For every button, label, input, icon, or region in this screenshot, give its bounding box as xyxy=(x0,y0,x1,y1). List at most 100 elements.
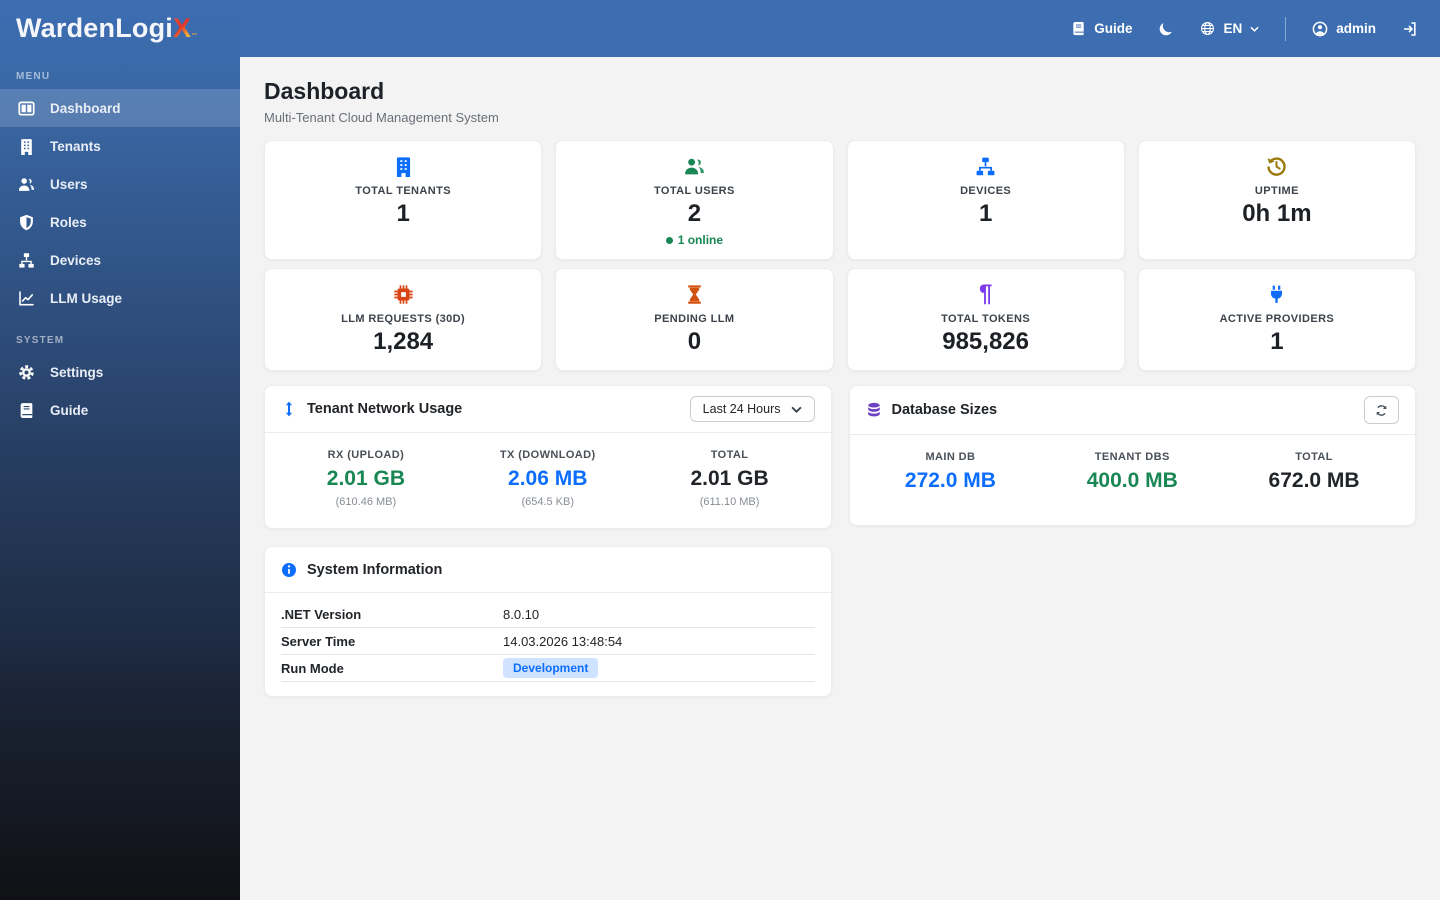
info-label: Run Mode xyxy=(281,660,344,676)
sidebar-item-label: LLM Usage xyxy=(50,290,123,306)
arrows-vertical-icon xyxy=(285,401,293,417)
info-value: 14.03.2026 13:48:54 xyxy=(503,633,623,649)
stat-label: ACTIVE PROVIDERS xyxy=(1219,313,1335,325)
stat-label: DEVICES xyxy=(960,185,1012,197)
database-sizes-panel: Database Sizes MAIN DB 272.0 MB TENANT D… xyxy=(848,385,1416,526)
network-panel-header: Tenant Network Usage Last 24 Hours xyxy=(265,386,831,433)
sidebar: WardenLogiX™ MENU Dashboard Tenants User… xyxy=(0,0,240,900)
system-info-row: System Information .NET Version 8.0.10 S… xyxy=(264,546,1416,697)
stat-card-total-tokens: ¶ TOTAL TOKENS 985,826 xyxy=(846,268,1125,371)
pilcrow-icon: ¶ xyxy=(978,280,993,307)
tenant-network-usage-panel: Tenant Network Usage Last 24 Hours RX (U… xyxy=(264,385,832,529)
stat-value: 2 xyxy=(687,200,702,227)
stat-card-total-users: TOTAL USERS 2 1 online xyxy=(555,140,834,260)
brand-x: X xyxy=(173,13,192,43)
sidebar-item-label: Roles xyxy=(50,214,87,230)
metric-value: 2.06 MB xyxy=(508,467,588,490)
system-info-header: System Information xyxy=(265,547,831,593)
stat-value: 1,284 xyxy=(373,328,434,355)
clock-history-icon xyxy=(1139,155,1415,177)
sidebar-item-label: Devices xyxy=(50,252,102,268)
brand-name: WardenLogi xyxy=(16,13,173,43)
metric-tx: TX (DOWNLOAD) 2.06 MB (654.5 KB) xyxy=(457,449,639,508)
gear-icon xyxy=(18,364,35,381)
online-status: 1 online xyxy=(556,233,832,247)
stat-label: TOTAL TENANTS xyxy=(355,185,451,197)
sidebar-item-label: Settings xyxy=(50,364,104,380)
stat-value: 1 xyxy=(396,200,410,227)
metric-label: TENANT DBS xyxy=(1094,451,1170,463)
globe-icon xyxy=(1201,22,1215,35)
topbar-divider xyxy=(1285,16,1287,41)
empty-column xyxy=(849,546,1417,697)
metric-label: MAIN DB xyxy=(925,451,976,463)
caret-down-icon xyxy=(1250,26,1259,32)
table-row: Server Time 14.03.2026 13:48:54 xyxy=(281,628,815,655)
metric-sub: (610.46 MB) xyxy=(335,496,397,508)
metric-value: 400.0 MB xyxy=(1086,469,1178,492)
metric-total: TOTAL 2.01 GB (611.10 MB) xyxy=(639,449,821,508)
sidebar-item-label: Dashboard xyxy=(50,100,121,116)
brand-trademark: ™ xyxy=(191,33,198,39)
main-content: Dashboard Multi-Tenant Cloud Management … xyxy=(240,57,1440,900)
plug-icon xyxy=(1139,283,1415,305)
stat-card-llm-requests: LLM REQUESTS (30D) 1,284 xyxy=(264,268,543,371)
user-menu[interactable]: admin xyxy=(1312,21,1376,37)
metric-sub: (654.5 KB) xyxy=(521,496,575,508)
sidebar-item-users[interactable]: Users xyxy=(0,165,240,203)
stat-label: UPTIME xyxy=(1254,185,1299,197)
sitemap-icon xyxy=(18,252,35,269)
sidebar-section-menu: MENU xyxy=(16,71,51,82)
sidebar-item-tenants[interactable]: Tenants xyxy=(0,127,240,165)
language-selector[interactable]: EN xyxy=(1200,21,1259,36)
hourglass-icon xyxy=(556,283,832,305)
sidebar-section-system: SYSTEM xyxy=(16,335,65,346)
panel-title: Database Sizes xyxy=(891,402,998,418)
metric-db-total: TOTAL 672.0 MB xyxy=(1223,451,1405,493)
metric-label: TOTAL xyxy=(1295,451,1333,463)
refresh-button[interactable] xyxy=(1364,396,1399,424)
logout-button[interactable] xyxy=(1402,21,1418,37)
username-label: admin xyxy=(1336,21,1376,36)
panel-title: Tenant Network Usage xyxy=(307,401,463,417)
system-info-table: .NET Version 8.0.10 Server Time 14.03.20… xyxy=(265,593,831,696)
database-metrics: MAIN DB 272.0 MB TENANT DBS 400.0 MB TOT… xyxy=(850,435,1416,525)
metric-value: 272.0 MB xyxy=(904,469,996,492)
stat-card-devices: DEVICES 1 xyxy=(846,140,1125,260)
network-metrics: RX (UPLOAD) 2.01 GB (610.46 MB) TX (DOWN… xyxy=(265,433,831,528)
theme-toggle-button[interactable] xyxy=(1158,21,1174,37)
info-label: .NET Version xyxy=(281,606,362,622)
shield-icon xyxy=(18,214,35,231)
sidebar-item-settings[interactable]: Settings xyxy=(0,353,240,391)
stat-value: 1 xyxy=(1270,328,1284,355)
stat-card-pending-llm: PENDING LLM 0 xyxy=(555,268,834,371)
metric-value: 672.0 MB xyxy=(1268,469,1360,492)
panels-row: Tenant Network Usage Last 24 Hours RX (U… xyxy=(264,385,1416,529)
sidebar-item-devices[interactable]: Devices xyxy=(0,241,240,279)
stat-label: TOTAL USERS xyxy=(653,185,735,197)
sidebar-item-label: Guide xyxy=(50,402,89,418)
online-dot-icon xyxy=(665,236,673,244)
database-icon xyxy=(867,402,880,417)
metric-rx: RX (UPLOAD) 2.01 GB (610.46 MB) xyxy=(275,449,457,508)
panel-title: System Information xyxy=(307,561,443,578)
stat-value: 0h 1m xyxy=(1242,200,1312,227)
sidebar-item-guide[interactable]: Guide xyxy=(0,391,240,429)
info-icon xyxy=(282,562,296,577)
language-label: EN xyxy=(1223,21,1243,36)
run-mode-badge: Development xyxy=(503,658,599,678)
sidebar-item-roles[interactable]: Roles xyxy=(0,203,240,241)
metric-label: RX (UPLOAD) xyxy=(327,449,405,461)
brand-logo: WardenLogiX™ xyxy=(0,0,240,60)
online-count-label: 1 online xyxy=(677,233,724,247)
moon-icon xyxy=(1160,22,1173,35)
cpu-chip-icon xyxy=(265,283,541,305)
stat-label: TOTAL TOKENS xyxy=(941,313,1031,325)
stat-card-uptime: UPTIME 0h 1m xyxy=(1137,140,1416,260)
sidebar-item-dashboard[interactable]: Dashboard xyxy=(0,89,240,127)
sidebar-item-llm-usage[interactable]: LLM Usage xyxy=(0,279,240,317)
metric-value: 2.01 GB xyxy=(690,467,769,490)
topbar-guide-link[interactable]: Guide xyxy=(1071,21,1132,36)
page-title: Dashboard xyxy=(264,78,385,104)
time-range-select[interactable]: Last 24 Hours xyxy=(689,396,815,422)
